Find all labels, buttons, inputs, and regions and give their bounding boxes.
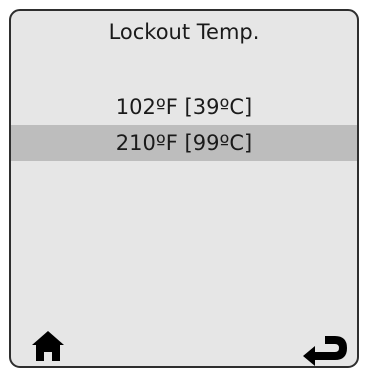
lockout-temp-screen: Lockout Temp. 102ºF [39ºC] 210ºF [99ºC] (9, 9, 359, 368)
home-icon (32, 331, 64, 361)
screen-title: Lockout Temp. (108, 20, 260, 44)
option-210f[interactable]: 210ºF [99ºC] (11, 125, 357, 161)
option-label: 210ºF [99ºC] (115, 131, 253, 155)
temperature-options-list: 102ºF [39ºC] 210ºF [99ºC] (11, 89, 357, 161)
option-102f[interactable]: 102ºF [39ºC] (11, 89, 357, 125)
home-button[interactable] (31, 328, 65, 362)
back-button[interactable] (301, 334, 347, 366)
return-arrow-icon (303, 336, 347, 366)
option-label: 102ºF [39ºC] (115, 95, 253, 119)
